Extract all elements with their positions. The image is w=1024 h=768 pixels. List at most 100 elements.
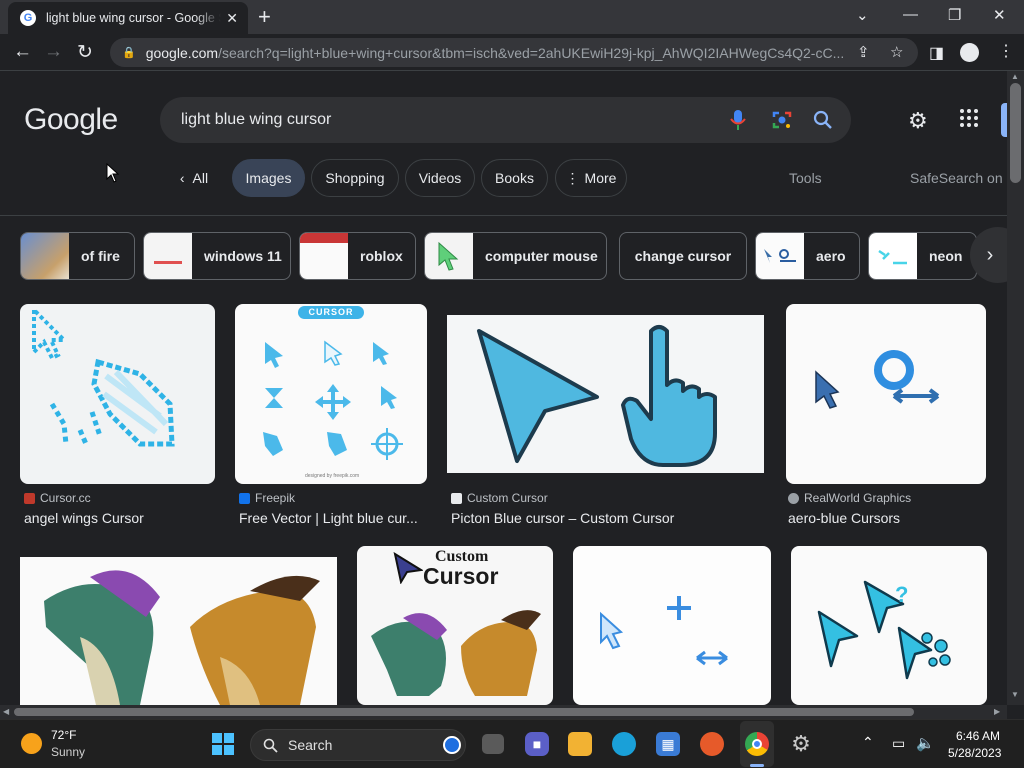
result-image-blue-outline-cursors[interactable] (573, 546, 771, 705)
filter-more[interactable]: ⋮ More (555, 159, 627, 197)
search-box[interactable]: light blue wing cursor (160, 97, 851, 143)
chrome-running-indicator (750, 764, 764, 767)
network-icon[interactable]: ▭ (892, 735, 905, 752)
vertical-scroll-thumb[interactable] (1010, 83, 1021, 183)
sun-weather-icon[interactable] (21, 733, 42, 754)
refine-chip-roblox[interactable]: roblox (299, 232, 416, 280)
chip-thumbnail (300, 233, 348, 279)
filter-all[interactable]: ‹ All (168, 159, 220, 197)
search-query[interactable]: light blue wing cursor (181, 111, 331, 129)
volume-icon[interactable]: 🔈 (916, 734, 935, 752)
filter-images[interactable]: Images (232, 159, 305, 197)
title-bar: G light blue wing cursor - Google S ✕ + … (0, 0, 1024, 34)
kebab-menu-icon[interactable]: ⋮ (998, 41, 1014, 61)
result-image-angel-wings[interactable] (20, 304, 215, 484)
chrome-icon[interactable] (745, 732, 769, 756)
settings-app-icon[interactable]: ⚙ (789, 731, 813, 756)
weather-description[interactable]: Sunny (51, 745, 85, 759)
new-tab-plus-icon[interactable]: + (258, 4, 271, 30)
search-results-page: Google light blue wing cursor ⚙ ‹ All Ima… (0, 71, 1007, 705)
forward-icon[interactable]: → (44, 41, 63, 63)
back-icon[interactable]: ← (13, 41, 32, 63)
share-icon[interactable]: ⇪ (857, 43, 870, 61)
result-title[interactable]: Picton Blue cursor – Custom Cursor (451, 510, 763, 526)
freepik-favicon (239, 492, 250, 504)
header-divider (0, 215, 1007, 216)
bookmark-star-icon[interactable]: ☆ (890, 43, 903, 61)
google-logo[interactable]: Google (24, 103, 118, 137)
google-apps-grid-icon[interactable] (960, 109, 978, 127)
file-explorer-icon[interactable] (568, 732, 592, 756)
custom-cursor-logo-line2: Cursor (423, 563, 499, 589)
refine-chip-aero[interactable]: aero (755, 232, 860, 280)
chip-thumbnail (756, 233, 804, 279)
refine-chip-windows-11[interactable]: windows 11 (143, 232, 291, 280)
tools-button[interactable]: Tools (789, 170, 822, 186)
reload-icon[interactable]: ↻ (77, 41, 93, 64)
microsoft-store-icon[interactable]: ▦ (656, 732, 680, 756)
firefox-icon[interactable] (700, 732, 724, 756)
refine-chip-of-fire[interactable]: of fire (20, 232, 135, 280)
tab-close-icon[interactable]: ✕ (226, 10, 238, 27)
result-source[interactable]: RealWorld Graphics (788, 491, 911, 505)
side-panel-icon[interactable]: ◨ (929, 43, 944, 63)
url-path: /search?q=light+blue+wing+cursor&tbm=isc… (218, 44, 845, 61)
show-desktop-button[interactable] (1016, 756, 1024, 768)
tab-search-chevron-down-icon[interactable]: ⌄ (856, 6, 869, 24)
scroll-right-icon[interactable]: ▶ (994, 707, 1000, 716)
chip-thumbnail (425, 233, 473, 279)
restore-icon[interactable]: ❐ (948, 6, 961, 24)
minimize-icon[interactable]: — (903, 6, 918, 23)
windows-taskbar: 72°F Sunny Search ■ ▦ ⚙ ⌃ ▭ 🔈 6:46 AM 5/… (0, 719, 1024, 768)
refine-chip-change-cursor[interactable]: change cursor (619, 232, 747, 280)
result-source[interactable]: Freepik (239, 491, 295, 505)
result-source[interactable]: Custom Cursor (451, 491, 548, 505)
scroll-down-icon[interactable]: ▼ (1011, 690, 1019, 699)
refine-chip-neon[interactable]: neon (868, 232, 977, 280)
result-title[interactable]: aero-blue Cursors (788, 510, 983, 526)
result-image-custom-cursor-dragons[interactable]: Custom Cursor (357, 546, 553, 705)
result-image-dragons[interactable] (20, 557, 337, 705)
settings-gear-icon[interactable]: ⚙ (908, 108, 928, 134)
window-close-icon[interactable]: ✕ (993, 6, 1006, 24)
url-domain: google.com (145, 44, 219, 61)
result-image-picton-blue[interactable] (447, 315, 764, 473)
filter-shopping[interactable]: Shopping (311, 159, 399, 197)
vertical-scrollbar[interactable]: ▲ ▼ (1007, 71, 1024, 705)
result-title[interactable]: Free Vector | Light blue cur... (239, 510, 425, 526)
safesearch-button[interactable]: SafeSearch on (910, 170, 1003, 186)
teams-chat-icon[interactable]: ■ (525, 732, 549, 756)
filter-videos[interactable]: Videos (405, 159, 475, 197)
chevron-left-icon: ‹ (179, 170, 185, 186)
browser-toolbar: ← → ↻ 🔒 google.com/search?q=light+blue+w… (0, 34, 1024, 71)
chip-thumbnail (869, 233, 917, 279)
result-title[interactable]: angel wings Cursor (24, 510, 214, 526)
edge-icon[interactable] (612, 732, 636, 756)
horizontal-scroll-thumb[interactable] (14, 708, 914, 716)
bing-icon[interactable] (443, 736, 461, 754)
lens-camera-icon[interactable] (772, 110, 792, 130)
lock-icon[interactable]: 🔒 (122, 46, 136, 59)
chip-thumbnail (144, 233, 192, 279)
address-bar[interactable]: 🔒 google.com/search?q=light+blue+wing+cu… (110, 38, 918, 67)
taskbar-search-box[interactable]: Search (250, 729, 466, 761)
browser-tab[interactable]: G light blue wing cursor - Google S ✕ (8, 2, 248, 34)
clock-time[interactable]: 6:46 AM (954, 729, 1002, 743)
result-image-freepik[interactable]: CURSOR designed by freepik.com (235, 304, 427, 484)
clock-date[interactable]: 5/28/2023 (948, 746, 1001, 760)
horizontal-scrollbar[interactable]: ◀ ▶ (0, 705, 1007, 719)
scroll-left-icon[interactable]: ◀ (3, 707, 9, 716)
result-image-cyan-cursors[interactable]: ? (791, 546, 987, 705)
scroll-up-icon[interactable]: ▲ (1011, 72, 1019, 81)
result-source[interactable]: Cursor.cc (24, 491, 91, 505)
refine-chip-computer-mouse[interactable]: computer mouse (424, 232, 607, 280)
windows-start-icon[interactable] (212, 733, 234, 755)
weather-temperature[interactable]: 72°F (51, 728, 76, 742)
profile-icon[interactable] (960, 43, 979, 62)
search-icon[interactable] (813, 110, 833, 130)
tray-chevron-up-icon[interactable]: ⌃ (862, 734, 874, 751)
result-image-aero-blue[interactable] (786, 304, 986, 484)
microphone-icon[interactable] (730, 109, 746, 131)
task-view-icon[interactable] (482, 734, 504, 754)
filter-books[interactable]: Books (481, 159, 548, 197)
